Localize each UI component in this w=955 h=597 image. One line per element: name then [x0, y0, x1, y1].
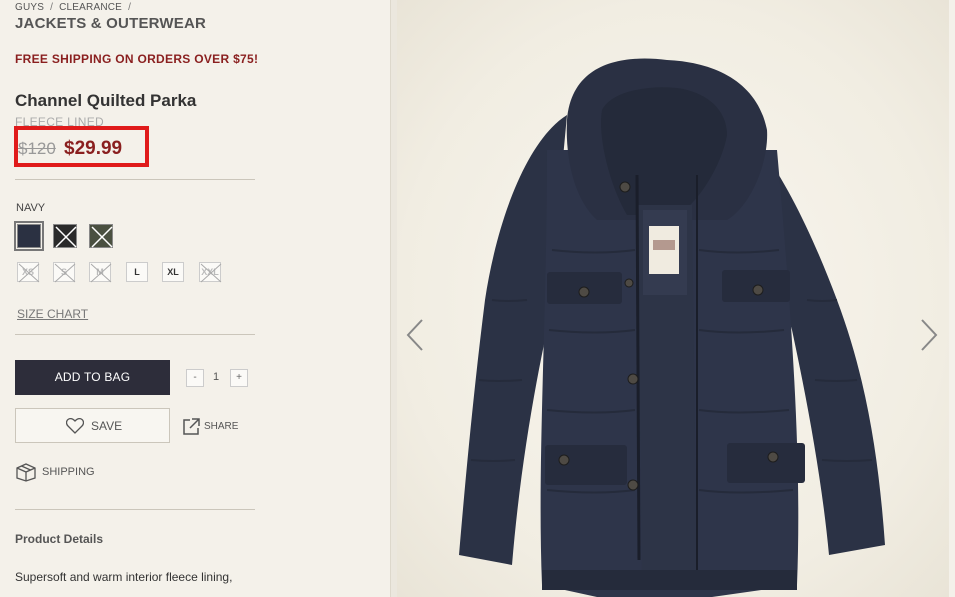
swatch-navy[interactable] [14, 221, 44, 251]
quantity-value[interactable]: 1 [210, 371, 222, 383]
product-details-heading[interactable]: Product Details [15, 532, 103, 546]
next-arrow-icon[interactable] [919, 318, 939, 352]
unavailable-x-icon [54, 263, 76, 283]
product-image-carousel[interactable] [397, 0, 949, 597]
breadcrumb-separator: / [128, 2, 132, 13]
price-highlight-box [14, 126, 149, 167]
size-xs[interactable]: XS [17, 262, 40, 283]
divider [15, 509, 255, 510]
package-icon [16, 463, 36, 482]
unavailable-x-icon [18, 263, 40, 283]
breadcrumb-separator: / [50, 2, 54, 13]
unavailable-x-icon [200, 263, 222, 283]
quantity-increase-button[interactable]: + [230, 369, 248, 387]
share-icon [183, 418, 200, 435]
save-button[interactable]: SAVE [15, 408, 170, 443]
size-label: XL [167, 267, 179, 277]
size-xxl[interactable]: XXL [199, 262, 222, 283]
category-title: JACKETS & OUTERWEAR [15, 15, 207, 32]
size-xl[interactable]: XL [162, 262, 184, 282]
shipping-label: SHIPPING [42, 466, 95, 478]
breadcrumb: GUYS / CLEARANCE / [15, 2, 137, 13]
breadcrumb-item-guys[interactable]: GUYS [15, 2, 44, 13]
promo-banner: FREE SHIPPING ON ORDERS OVER $75! [15, 52, 259, 66]
panel-separator [390, 0, 397, 597]
size-m[interactable]: M [89, 262, 112, 283]
product-details-text: Supersoft and warm interior fleece linin… [15, 570, 233, 584]
breadcrumb-item-clearance[interactable]: CLEARANCE [59, 2, 122, 13]
add-to-bag-button[interactable]: ADD TO BAG [15, 360, 170, 395]
product-title: Channel Quilted Parka [15, 91, 197, 110]
size-chart-link[interactable]: SIZE CHART [17, 307, 88, 321]
size-label: L [134, 267, 140, 277]
unavailable-x-icon [91, 226, 113, 248]
heart-icon [66, 418, 84, 434]
unavailable-x-icon [90, 263, 112, 283]
quantity-decrease-button[interactable]: - [186, 369, 204, 387]
swatch-black[interactable] [53, 224, 77, 248]
selected-color-label: NAVY [16, 202, 46, 214]
share-label: SHARE [204, 421, 239, 432]
size-s[interactable]: S [53, 262, 76, 283]
divider [15, 334, 255, 335]
size-l[interactable]: L [126, 262, 148, 282]
swatch-olive[interactable] [89, 224, 113, 248]
product-info-panel: GUYS / CLEARANCE / JACKETS & OUTERWEAR FREE… [0, 0, 390, 597]
previous-arrow-icon[interactable] [405, 318, 425, 352]
unavailable-x-icon [55, 226, 77, 248]
save-label: SAVE [91, 419, 123, 433]
product-image-jacket [459, 58, 885, 597]
divider [15, 179, 255, 180]
page-edge [949, 0, 955, 597]
